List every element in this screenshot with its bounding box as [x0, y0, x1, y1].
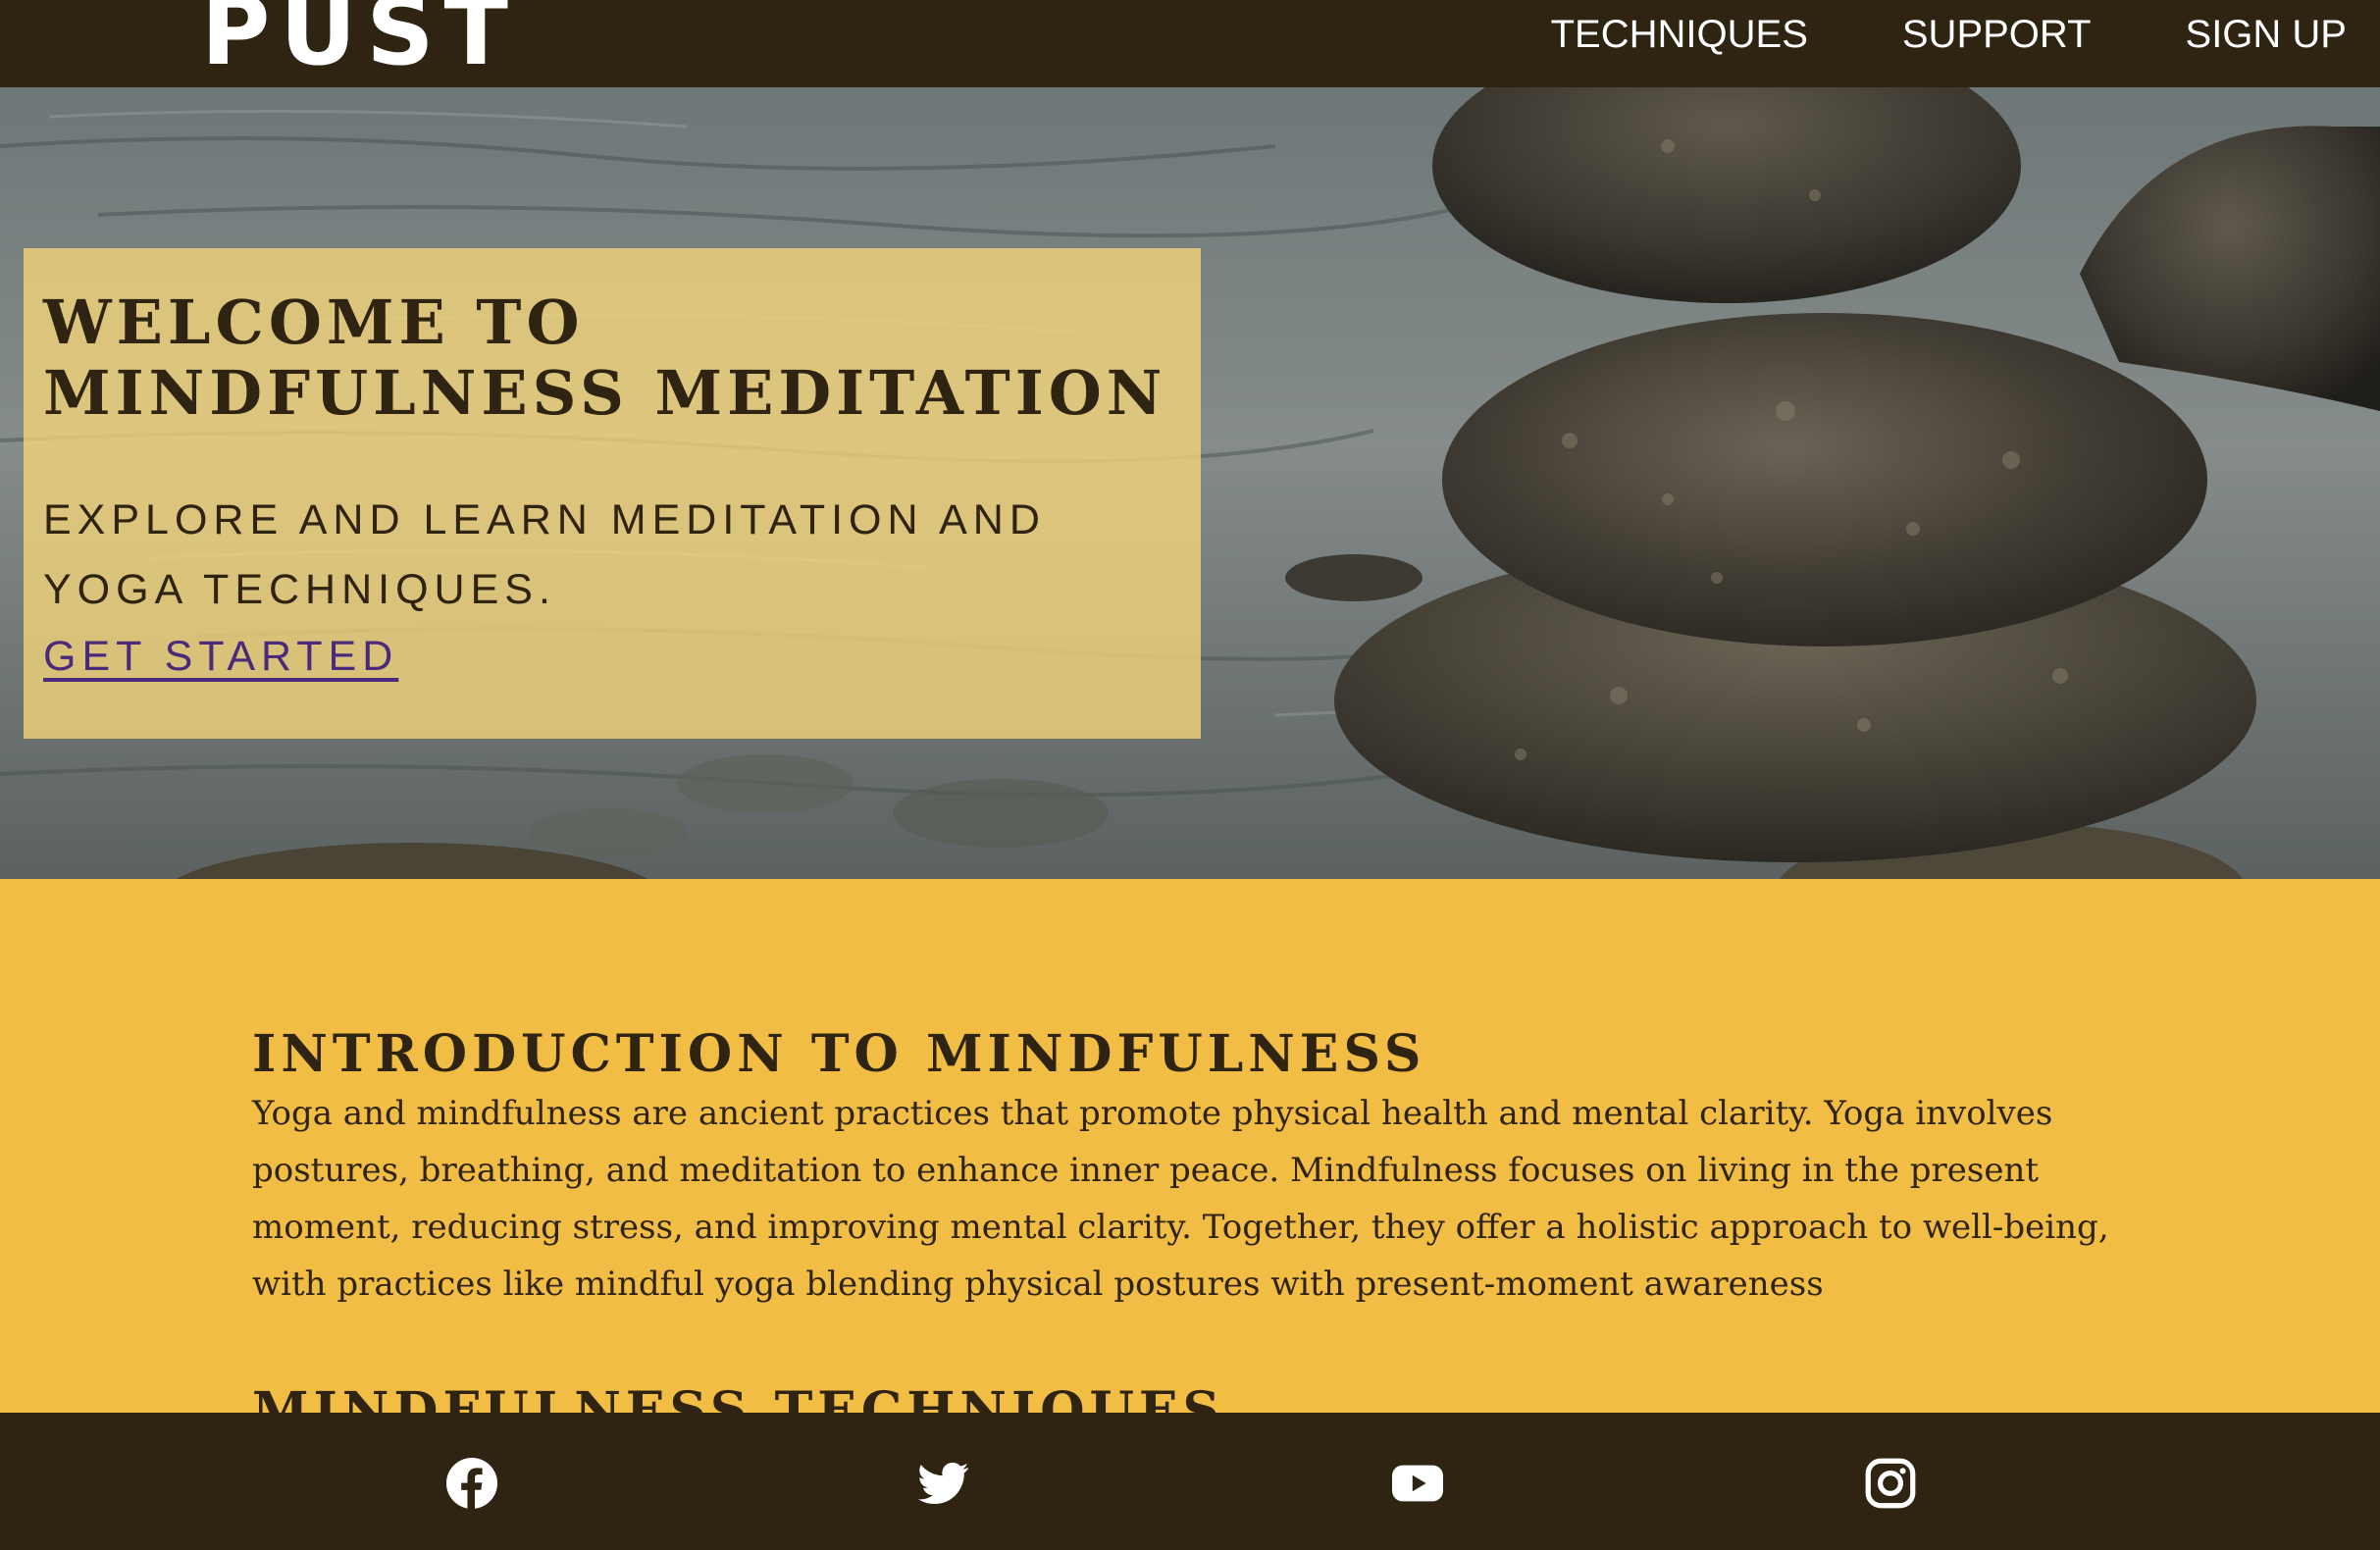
- intro-title: INTRODUCTION TO MINDFULNESS: [252, 1024, 1426, 1084]
- hero-title: WELCOME TO MINDFULNESS MEDITATION: [43, 286, 1167, 429]
- main-nav: TECHNIQUES SUPPORT SIGN UP: [1457, 0, 2347, 69]
- hero-section: WELCOME TO MINDFULNESS MEDITATION EXPLOR…: [0, 87, 2380, 879]
- instagram-icon[interactable]: [1865, 1458, 1916, 1509]
- hero-card: WELCOME TO MINDFULNESS MEDITATION EXPLOR…: [24, 248, 1201, 739]
- get-started-link[interactable]: GET STARTED: [43, 625, 398, 688]
- nav-link-support[interactable]: SUPPORT: [1902, 13, 2092, 57]
- page: PUST TECHNIQUES SUPPORT SIGN UP WELCOME …: [0, 0, 2380, 1550]
- top-navigation-bar: PUST TECHNIQUES SUPPORT SIGN UP: [0, 0, 2380, 87]
- intro-section: INTRODUCTION TO MINDFULNESS Yoga and min…: [0, 879, 2380, 1413]
- techniques-section-title: MINDFULNESS TECHNIQUES: [252, 1381, 1225, 1413]
- footer: [0, 1413, 2380, 1550]
- facebook-icon[interactable]: [446, 1458, 497, 1509]
- youtube-icon[interactable]: [1392, 1458, 1443, 1509]
- hero-subtitle: EXPLORE AND LEARN MEDITATION AND YOGA TE…: [43, 496, 1046, 613]
- nav-link-sign-up[interactable]: SIGN UP: [2186, 13, 2347, 57]
- site-logo[interactable]: PUST: [201, 0, 518, 78]
- twitter-icon[interactable]: [918, 1458, 969, 1509]
- nav-link-techniques[interactable]: TECHNIQUES: [1551, 13, 1808, 57]
- intro-paragraph: Yoga and mindfulness are ancient practic…: [252, 1094, 2109, 1304]
